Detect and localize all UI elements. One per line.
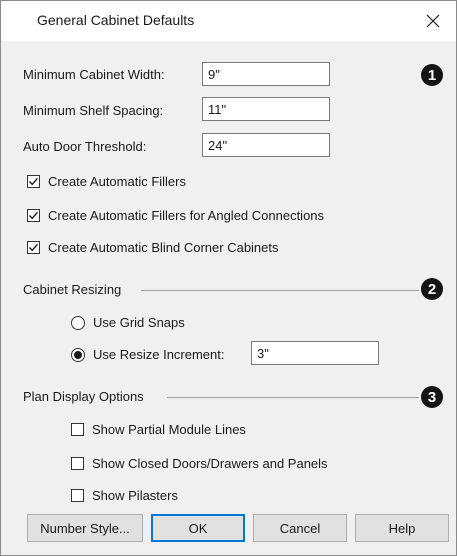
min-shelf-spacing-input[interactable]: [202, 97, 330, 121]
checkmark-icon: [28, 243, 39, 252]
min-shelf-spacing-label: Minimum Shelf Spacing:: [23, 103, 164, 118]
show-partial-module-lines-checkbox[interactable]: [71, 423, 84, 436]
number-style-button[interactable]: Number Style...: [27, 514, 143, 542]
create-fillers-angled-checkbox[interactable]: [27, 209, 40, 222]
title-bar: General Cabinet Defaults: [1, 1, 456, 41]
auto-door-threshold-label: Auto Door Threshold:: [23, 139, 147, 154]
use-resize-increment-label: Use Resize Increment:: [93, 347, 225, 362]
min-cabinet-width-label: Minimum Cabinet Width:: [23, 67, 165, 82]
checkmark-icon: [28, 211, 39, 220]
show-closed-doors-label: Show Closed Doors/Drawers and Panels: [92, 456, 328, 471]
callout-1: 1: [421, 64, 443, 86]
min-cabinet-width-input[interactable]: [202, 62, 330, 86]
dialog-title: General Cabinet Defaults: [37, 12, 195, 28]
show-partial-module-lines-label: Show Partial Module Lines: [92, 422, 246, 437]
close-button[interactable]: [410, 1, 456, 41]
plan-display-divider: [167, 397, 419, 398]
auto-door-threshold-input[interactable]: [202, 133, 330, 157]
help-button[interactable]: Help: [355, 514, 449, 542]
use-grid-snaps-radio[interactable]: [71, 316, 85, 330]
create-automatic-fillers-checkbox[interactable]: [27, 175, 40, 188]
create-blind-corner-checkbox[interactable]: [27, 241, 40, 254]
plan-display-heading: Plan Display Options: [23, 389, 144, 404]
use-grid-snaps-label: Use Grid Snaps: [93, 315, 185, 330]
show-pilasters-checkbox[interactable]: [71, 489, 84, 502]
show-closed-doors-checkbox[interactable]: [71, 457, 84, 470]
create-fillers-angled-label: Create Automatic Fillers for Angled Conn…: [48, 208, 325, 223]
cancel-button[interactable]: Cancel: [253, 514, 347, 542]
cabinet-resizing-heading: Cabinet Resizing: [23, 282, 122, 297]
use-resize-increment-radio[interactable]: [71, 348, 85, 362]
general-cabinet-defaults-dialog: General Cabinet Defaults Minimum Cabinet…: [0, 0, 457, 556]
create-blind-corner-label: Create Automatic Blind Corner Cabinets: [48, 240, 279, 255]
close-icon: [426, 14, 440, 28]
ok-button[interactable]: OK: [151, 514, 245, 542]
resize-increment-input[interactable]: [251, 341, 379, 365]
checkmark-icon: [28, 177, 39, 186]
cabinet-resizing-divider: [141, 290, 419, 291]
callout-3: 3: [421, 386, 443, 408]
callout-2: 2: [421, 278, 443, 300]
create-automatic-fillers-label: Create Automatic Fillers: [48, 174, 186, 189]
show-pilasters-label: Show Pilasters: [92, 488, 178, 503]
